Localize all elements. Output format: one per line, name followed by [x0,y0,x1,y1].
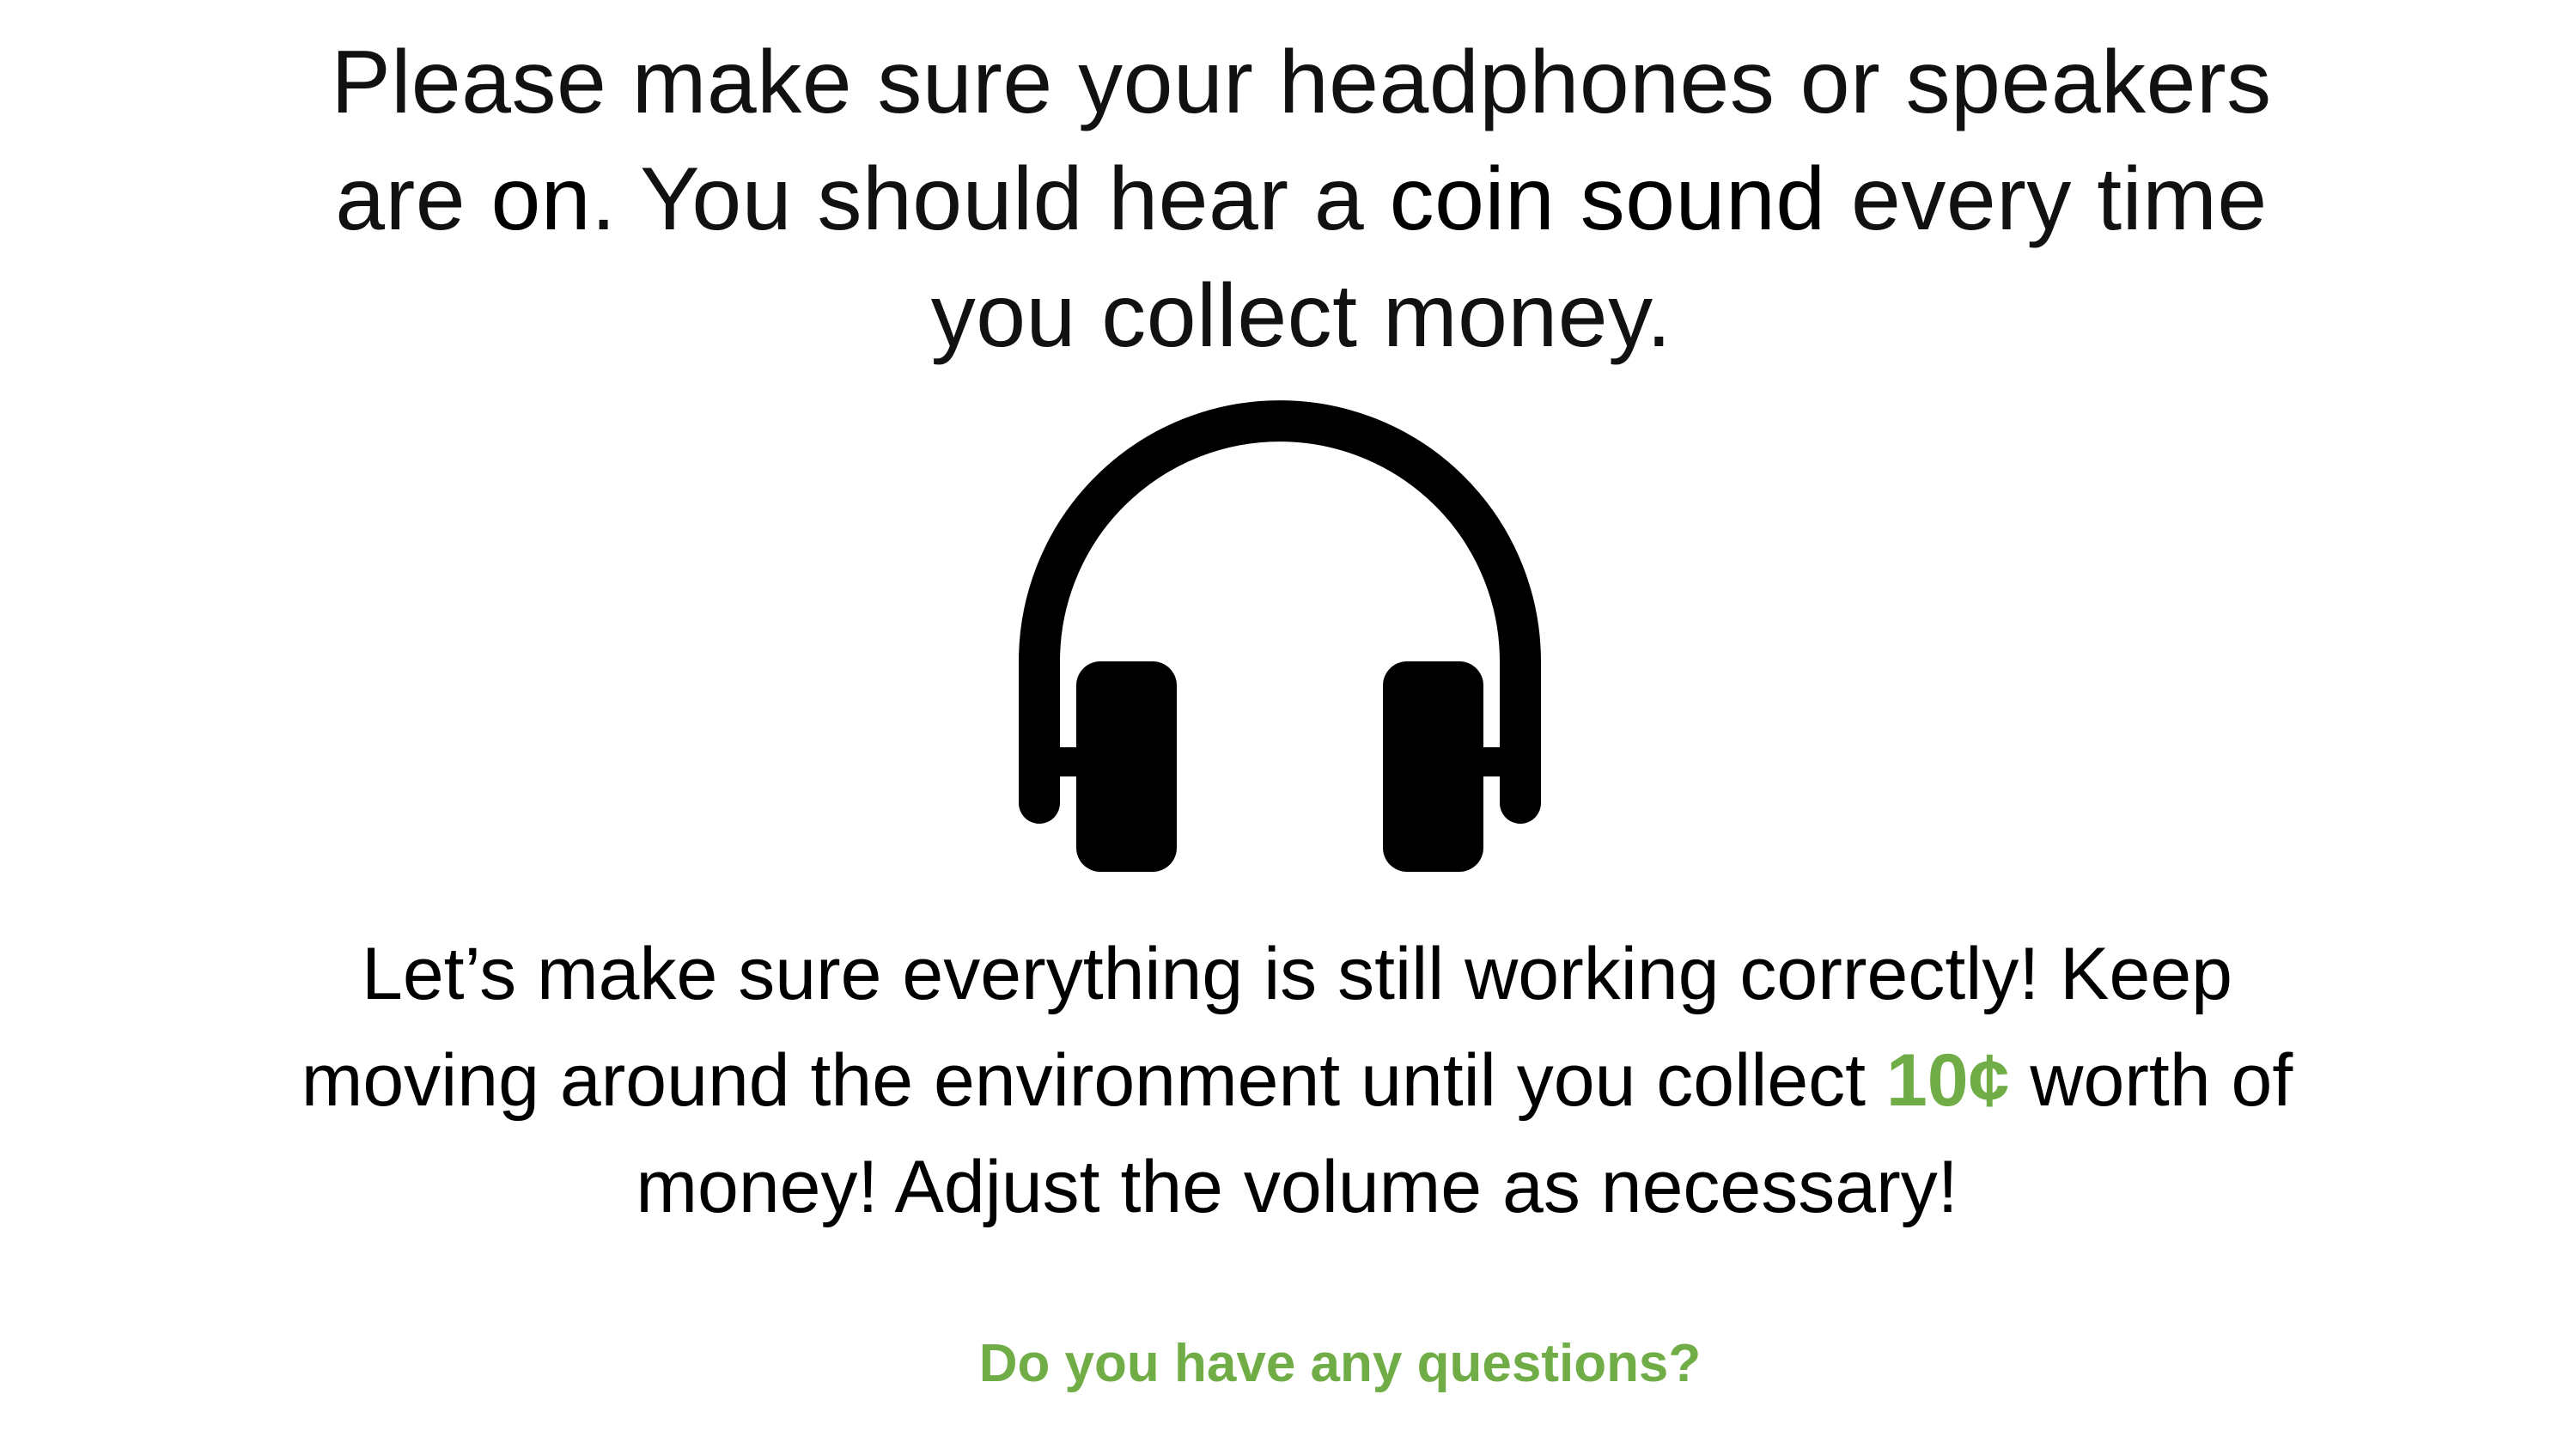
headphones-icon [1019,400,1541,872]
emphasis-on: on [490,149,592,249]
collect-line-1: Let’s make sure everything is still work… [362,933,2232,1015]
instruction-line-1: Please make sure your headphones or spea… [331,33,2272,132]
instruction-text: . You should hear a [591,149,1390,249]
target-amount: 10¢ [1885,1039,2010,1122]
instruction-slide: Please make sure your headphones or spea… [0,0,2576,1449]
collect-money-instruction: Let’s make sure everything is still work… [129,921,2465,1240]
questions-prompt: Do you have any questions? [978,1334,1702,1393]
instruction-text: are [335,149,491,249]
instruction-text: every time [1825,149,2268,249]
collect-line-2: moving around the environment until you … [129,1027,2465,1134]
collect-text: moving around the environment until you … [301,1039,1886,1122]
instruction-line-2: are on. You should hear a coin sound eve… [172,141,2431,258]
instruction-line-3: you collect money. [930,266,1672,366]
headphones-instruction: Please make sure your headphones or spea… [172,24,2431,374]
collect-text: worth of [2009,1039,2293,1122]
collect-line-3: money! Adjust the volume as necessary! [636,1146,1958,1228]
emphasis-coin-sound: coin sound [1389,149,1826,249]
